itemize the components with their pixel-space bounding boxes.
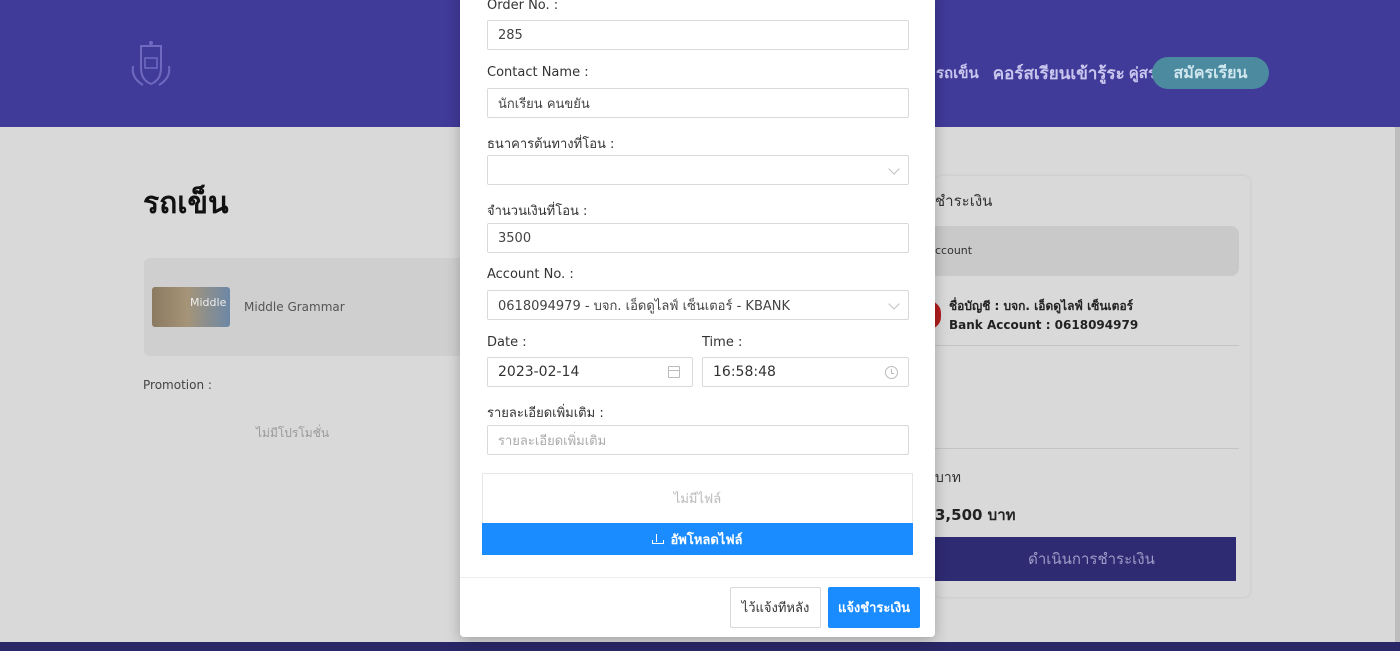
calendar-icon bbox=[668, 366, 680, 378]
product-name: Middle Grammar bbox=[244, 300, 345, 314]
notify-payment-button[interactable]: แจ้งชำระเงิน bbox=[828, 587, 920, 628]
upload-file-button[interactable]: อัพโหลดไฟล์ bbox=[482, 523, 913, 555]
upload-icon bbox=[652, 534, 665, 544]
chevron-down-icon bbox=[888, 163, 900, 175]
nav-courses[interactable]: คอร์สเรียนเข้ารู้ระ bbox=[993, 60, 1125, 87]
source-bank-select[interactable] bbox=[487, 155, 909, 185]
amount-field[interactable]: 3500 bbox=[487, 223, 909, 253]
baht-label: บาท bbox=[935, 470, 961, 486]
page-title: รถเข็น bbox=[143, 186, 229, 221]
notify-later-button[interactable]: ไว้แจ้งทีหลัง bbox=[730, 587, 821, 628]
details-label: รายละเอียดเพิ่มเติม : bbox=[487, 406, 604, 421]
payment-account-tab[interactable] bbox=[935, 226, 1239, 276]
payment-panel-title: ชำระเงิน bbox=[935, 192, 993, 210]
amount-label: จำนวนเงินที่โอน : bbox=[487, 204, 588, 219]
total-amount: 3,500 บาท bbox=[935, 506, 1016, 524]
payment-account-tab-label: ccount bbox=[935, 244, 973, 257]
divider bbox=[935, 345, 1239, 346]
top-nav: รถเข็น คอร์สเรียนเข้ารู้ระ คู่สร่อนร bbox=[936, 62, 1183, 84]
bank-account-name: ชื่อบัญชี : บจก. เอ็ดดูไลฟ์ เซ็นเตอร์ bbox=[949, 299, 1134, 313]
time-picker[interactable]: 16:58:48 bbox=[702, 357, 909, 387]
time-value: 16:58:48 bbox=[713, 364, 776, 380]
chevron-down-icon bbox=[888, 298, 900, 310]
account-no-value: 0618094979 - บจก. เอ็ดดูไลฟ์ เซ็นเตอร์ -… bbox=[498, 298, 791, 314]
logo-emblem-icon[interactable] bbox=[125, 38, 177, 90]
bank-account-number: Bank Account : 0618094979 bbox=[949, 318, 1139, 332]
clock-icon bbox=[885, 366, 898, 379]
date-label: Date : bbox=[487, 335, 527, 350]
page-scrollbar[interactable] bbox=[1395, 127, 1400, 642]
time-label: Time : bbox=[702, 335, 743, 350]
product-thumbnail-label: Middle bbox=[190, 296, 227, 309]
divider bbox=[935, 448, 1239, 449]
account-no-label: Account No. : bbox=[487, 267, 574, 282]
order-no-label: Order No. : bbox=[487, 0, 559, 13]
register-button[interactable]: สมัครเรียน bbox=[1152, 57, 1269, 89]
source-bank-label: ธนาคารต้นทางที่โอน : bbox=[487, 137, 615, 152]
promotion-label: Promotion : bbox=[143, 378, 212, 392]
date-value: 2023-02-14 bbox=[498, 364, 580, 380]
file-preview-box: ไม่มีไฟล์ bbox=[482, 473, 913, 523]
modal-footer-divider bbox=[460, 577, 935, 578]
account-no-select[interactable]: 0618094979 - บจก. เอ็ดดูไลฟ์ เซ็นเตอร์ -… bbox=[487, 290, 909, 320]
proceed-payment-button[interactable]: ดำเนินการชำระเงิน bbox=[935, 537, 1236, 581]
payment-notify-modal: Order No. : 285 Contact Name : นักเรียน … bbox=[460, 0, 935, 637]
upload-file-label: อัพโหลดไฟล์ bbox=[670, 532, 743, 548]
contact-name-field[interactable]: นักเรียน คนขยัน bbox=[487, 88, 909, 118]
site-footer bbox=[0, 642, 1400, 651]
no-promotion-text: ไม่มีโปรโมชั่น bbox=[256, 426, 330, 440]
contact-name-label: Contact Name : bbox=[487, 65, 589, 80]
details-field[interactable]: รายละเอียดเพิ่มเติม bbox=[487, 425, 909, 455]
nav-cart[interactable]: รถเข็น bbox=[936, 61, 979, 85]
date-picker[interactable]: 2023-02-14 bbox=[487, 357, 693, 387]
order-no-field[interactable]: 285 bbox=[487, 20, 909, 50]
